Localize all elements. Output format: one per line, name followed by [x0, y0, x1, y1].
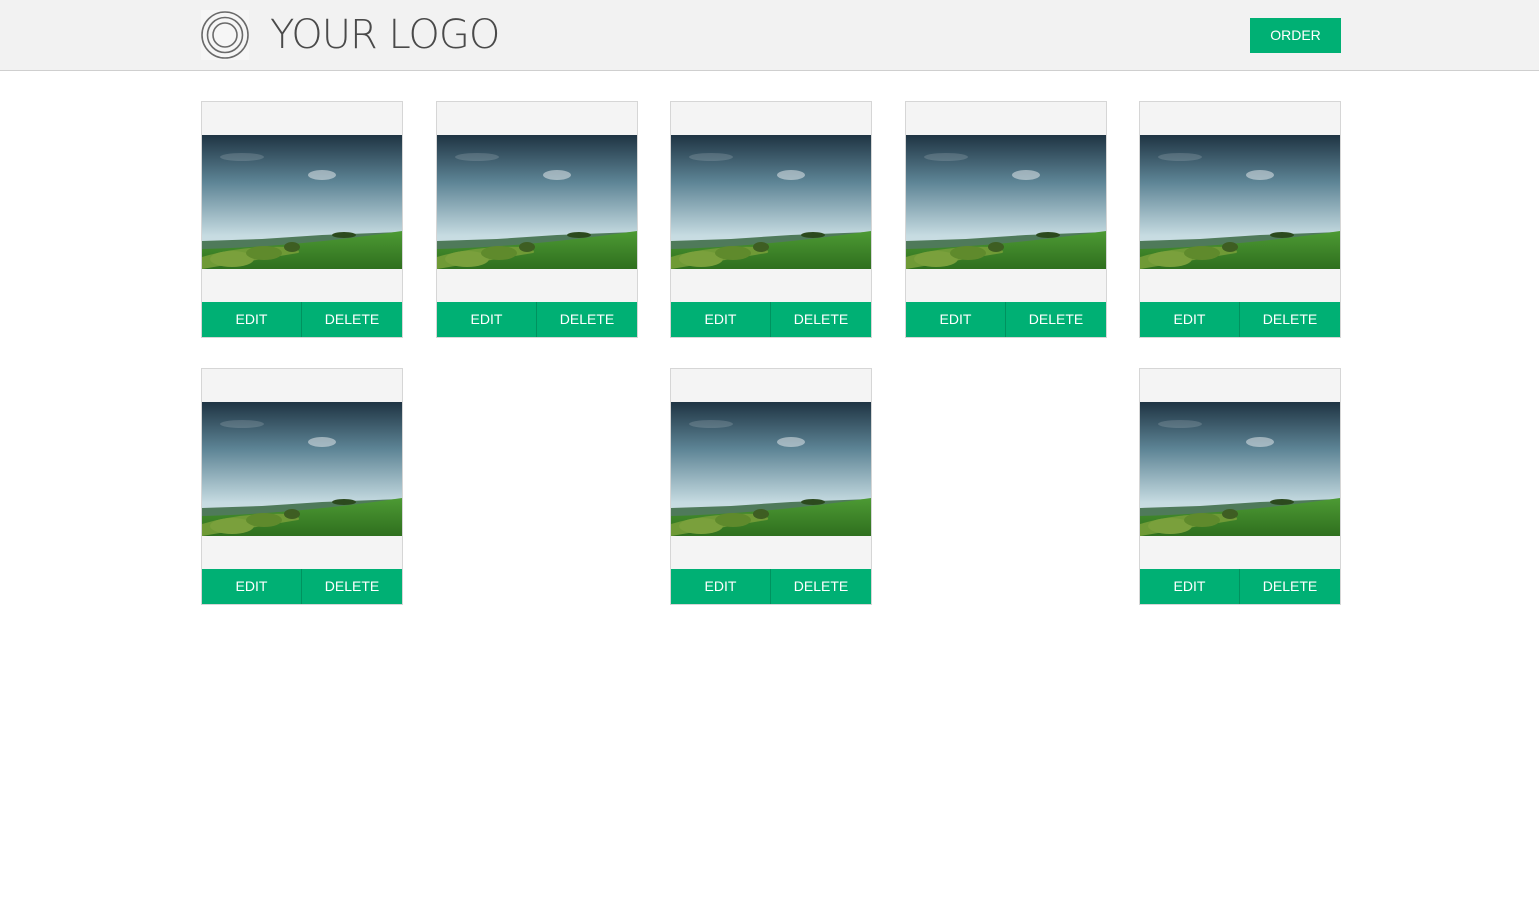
edit-button[interactable]: EDIT	[671, 569, 771, 604]
edit-button[interactable]: EDIT	[202, 302, 302, 337]
landscape-image	[1140, 135, 1340, 269]
edit-button[interactable]: EDIT	[671, 302, 771, 337]
edit-button[interactable]: EDIT	[1140, 302, 1240, 337]
image-card: EDIT DELETE	[670, 101, 872, 338]
logo-text: YOUR LOGO	[270, 12, 500, 58]
landscape-image	[906, 135, 1106, 269]
image-card: EDIT DELETE	[1139, 101, 1341, 338]
landscape-image	[1140, 402, 1340, 536]
delete-button[interactable]: DELETE	[1006, 302, 1106, 337]
landscape-image	[671, 135, 871, 269]
image-card: EDIT DELETE	[201, 101, 403, 338]
edit-button[interactable]: EDIT	[437, 302, 537, 337]
delete-button[interactable]: DELETE	[537, 302, 637, 337]
delete-button[interactable]: DELETE	[1240, 302, 1340, 337]
delete-button[interactable]: DELETE	[771, 302, 871, 337]
image-card: EDIT DELETE	[905, 101, 1107, 338]
image-card: EDIT DELETE	[201, 368, 403, 605]
image-card: EDIT DELETE	[1139, 368, 1341, 605]
delete-button[interactable]: DELETE	[302, 302, 402, 337]
concentric-circles-icon	[201, 10, 249, 60]
top-header: YOUR LOGO ORDER	[0, 0, 1539, 71]
delete-button[interactable]: DELETE	[771, 569, 871, 604]
edit-button[interactable]: EDIT	[202, 569, 302, 604]
edit-button[interactable]: EDIT	[1140, 569, 1240, 604]
landscape-image	[202, 402, 402, 536]
delete-button[interactable]: DELETE	[1240, 569, 1340, 604]
image-card: EDIT DELETE	[436, 101, 638, 338]
image-card: EDIT DELETE	[670, 368, 872, 605]
delete-button[interactable]: DELETE	[302, 569, 402, 604]
landscape-image	[437, 135, 637, 269]
logo[interactable]: YOUR LOGO	[201, 10, 500, 60]
edit-button[interactable]: EDIT	[906, 302, 1006, 337]
landscape-image	[671, 402, 871, 536]
landscape-image	[202, 135, 402, 269]
order-button[interactable]: ORDER	[1250, 18, 1341, 53]
